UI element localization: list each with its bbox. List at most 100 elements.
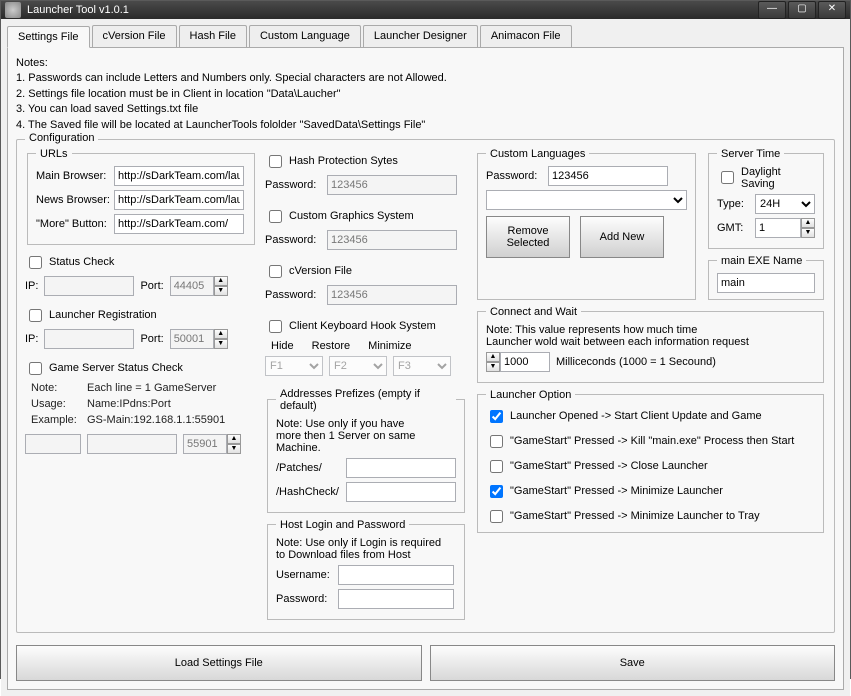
cgs-checkbox[interactable] [269,210,282,223]
remove-selected-button[interactable]: Remove Selected [486,216,570,258]
tab-settings-file[interactable]: Settings File [7,26,90,48]
reg-port-up[interactable]: ▲ [214,329,228,339]
gss-example-v: GS-Main:192.168.1.1:55901 [87,414,225,426]
opt-2-checkbox[interactable] [490,435,503,448]
cver-label: cVersion File [289,265,352,277]
status-check-label: Status Check [49,256,114,268]
connect-value-input[interactable] [500,352,550,372]
gmt-label: GMT: [717,222,749,234]
notes: Notes: 1. Passwords can include Letters … [16,56,835,133]
connect-down[interactable]: ▼ [486,362,500,372]
exe-group: main EXE Name [708,255,824,300]
custlang-pw-input[interactable] [548,166,668,186]
bottom-bar: Load Settings File Save [16,645,835,681]
opt-3-checkbox[interactable] [490,460,503,473]
connect-note-2: Launcher wold wait between each informat… [486,336,815,348]
connect-suffix: Milliceconds (1000 = 1 Secound) [556,356,716,368]
gmt-up[interactable]: ▲ [801,218,815,228]
status-port-down[interactable]: ▼ [214,286,228,296]
reg-ip-input[interactable] [44,329,134,349]
hash-checkbox[interactable] [269,155,282,168]
status-ip-label: IP: [25,280,38,292]
tab-hash-file[interactable]: Hash File [179,25,247,47]
status-port-up[interactable]: ▲ [214,276,228,286]
reg-port-label: Port: [140,333,163,345]
more-button-input[interactable] [114,214,244,234]
daylight-checkbox[interactable] [721,171,734,184]
notes-line-1: 1. Passwords can include Letters and Num… [16,71,835,86]
host-user-label: Username: [276,569,332,581]
minimize-button[interactable]: — [758,1,786,19]
tab-custom-language[interactable]: Custom Language [249,25,361,47]
addr-patches-input[interactable] [346,458,456,478]
addr-hash-input[interactable] [346,482,456,502]
cver-checkbox[interactable] [269,265,282,278]
exe-input[interactable] [717,273,815,293]
load-settings-button[interactable]: Load Settings File [16,645,422,681]
gss-field-2[interactable] [87,434,177,454]
khook-min-select[interactable]: F3 [393,356,451,376]
launcher-reg-checkbox[interactable] [29,309,42,322]
host-note-2: to Download files from Host [276,549,456,561]
add-new-button[interactable]: Add New [580,216,664,258]
gss-example-k: Example: [31,414,81,426]
hash-label: Hash Protection Sytes [289,155,398,167]
gss-port-input[interactable] [183,434,227,454]
khook-hide-select[interactable]: F1 [265,356,323,376]
addr-hash-label: /HashCheck/ [276,486,340,498]
status-check-checkbox[interactable] [29,256,42,269]
connect-group: Connect and Wait Note: This value repres… [477,306,824,383]
hash-pw-input[interactable] [327,175,457,195]
connect-up[interactable]: ▲ [486,352,500,362]
status-ip-input[interactable] [44,276,134,296]
close-button[interactable]: ✕ [818,1,846,19]
urls-legend: URLs [36,148,72,160]
cver-pw-label: Password: [265,289,321,301]
client-area: Settings File cVersion File Hash File Cu… [1,19,850,696]
launcher-reg-label: Launcher Registration [49,309,157,321]
custlang-select[interactable] [486,190,687,210]
host-user-input[interactable] [338,565,454,585]
window-title: Launcher Tool v1.0.1 [27,4,758,16]
tab-cversion-file[interactable]: cVersion File [92,25,177,47]
gmt-down[interactable]: ▼ [801,228,815,238]
status-port-input[interactable] [170,276,214,296]
connect-legend: Connect and Wait [486,306,581,318]
addr-patches-label: /Patches/ [276,462,340,474]
tab-animacon-file[interactable]: Animacon File [480,25,572,47]
cgs-pw-input[interactable] [327,230,457,250]
type-select[interactable]: 24H [755,194,815,214]
gmt-input[interactable] [755,218,801,238]
opt-4-checkbox[interactable] [490,485,503,498]
gss-checkbox[interactable] [29,362,42,375]
opt-3-label: "GameStart" Pressed -> Close Launcher [510,460,708,472]
opt-1-label: Launcher Opened -> Start Client Update a… [510,410,762,422]
reg-port-input[interactable] [170,329,214,349]
main-browser-label: Main Browser: [36,170,108,182]
opt-5-label: "GameStart" Pressed -> Minimize Launcher… [510,510,760,522]
news-browser-input[interactable] [114,190,244,210]
urls-group: URLs Main Browser: News Browser: "More" … [27,148,255,245]
notes-heading: Notes: [16,56,835,71]
addr-note-2: more then 1 Server on same Machine. [276,430,456,454]
options-group: Launcher Option Launcher Opened -> Start… [477,389,824,533]
opt-1-checkbox[interactable] [490,410,503,423]
gss-port-up[interactable]: ▲ [227,434,241,444]
reg-port-down[interactable]: ▼ [214,339,228,349]
gss-port-down[interactable]: ▼ [227,444,241,454]
gss-field-1[interactable] [25,434,81,454]
main-browser-input[interactable] [114,166,244,186]
custlang-legend: Custom Languages [486,148,589,160]
save-button[interactable]: Save [430,645,836,681]
khook-restore-label: Restore [312,340,351,352]
cver-pw-input[interactable] [327,285,457,305]
host-pass-input[interactable] [338,589,454,609]
opt-5-checkbox[interactable] [490,510,503,523]
gss-note-v: Each line = 1 GameServer [87,382,216,394]
connect-note-1: Note: This value represents how much tim… [486,324,815,336]
tab-launcher-designer[interactable]: Launcher Designer [363,25,478,47]
maximize-button[interactable]: ▢ [788,1,816,19]
notes-line-2: 2. Settings file location must be in Cli… [16,87,835,102]
khook-restore-select[interactable]: F2 [329,356,387,376]
khook-checkbox[interactable] [269,320,282,333]
